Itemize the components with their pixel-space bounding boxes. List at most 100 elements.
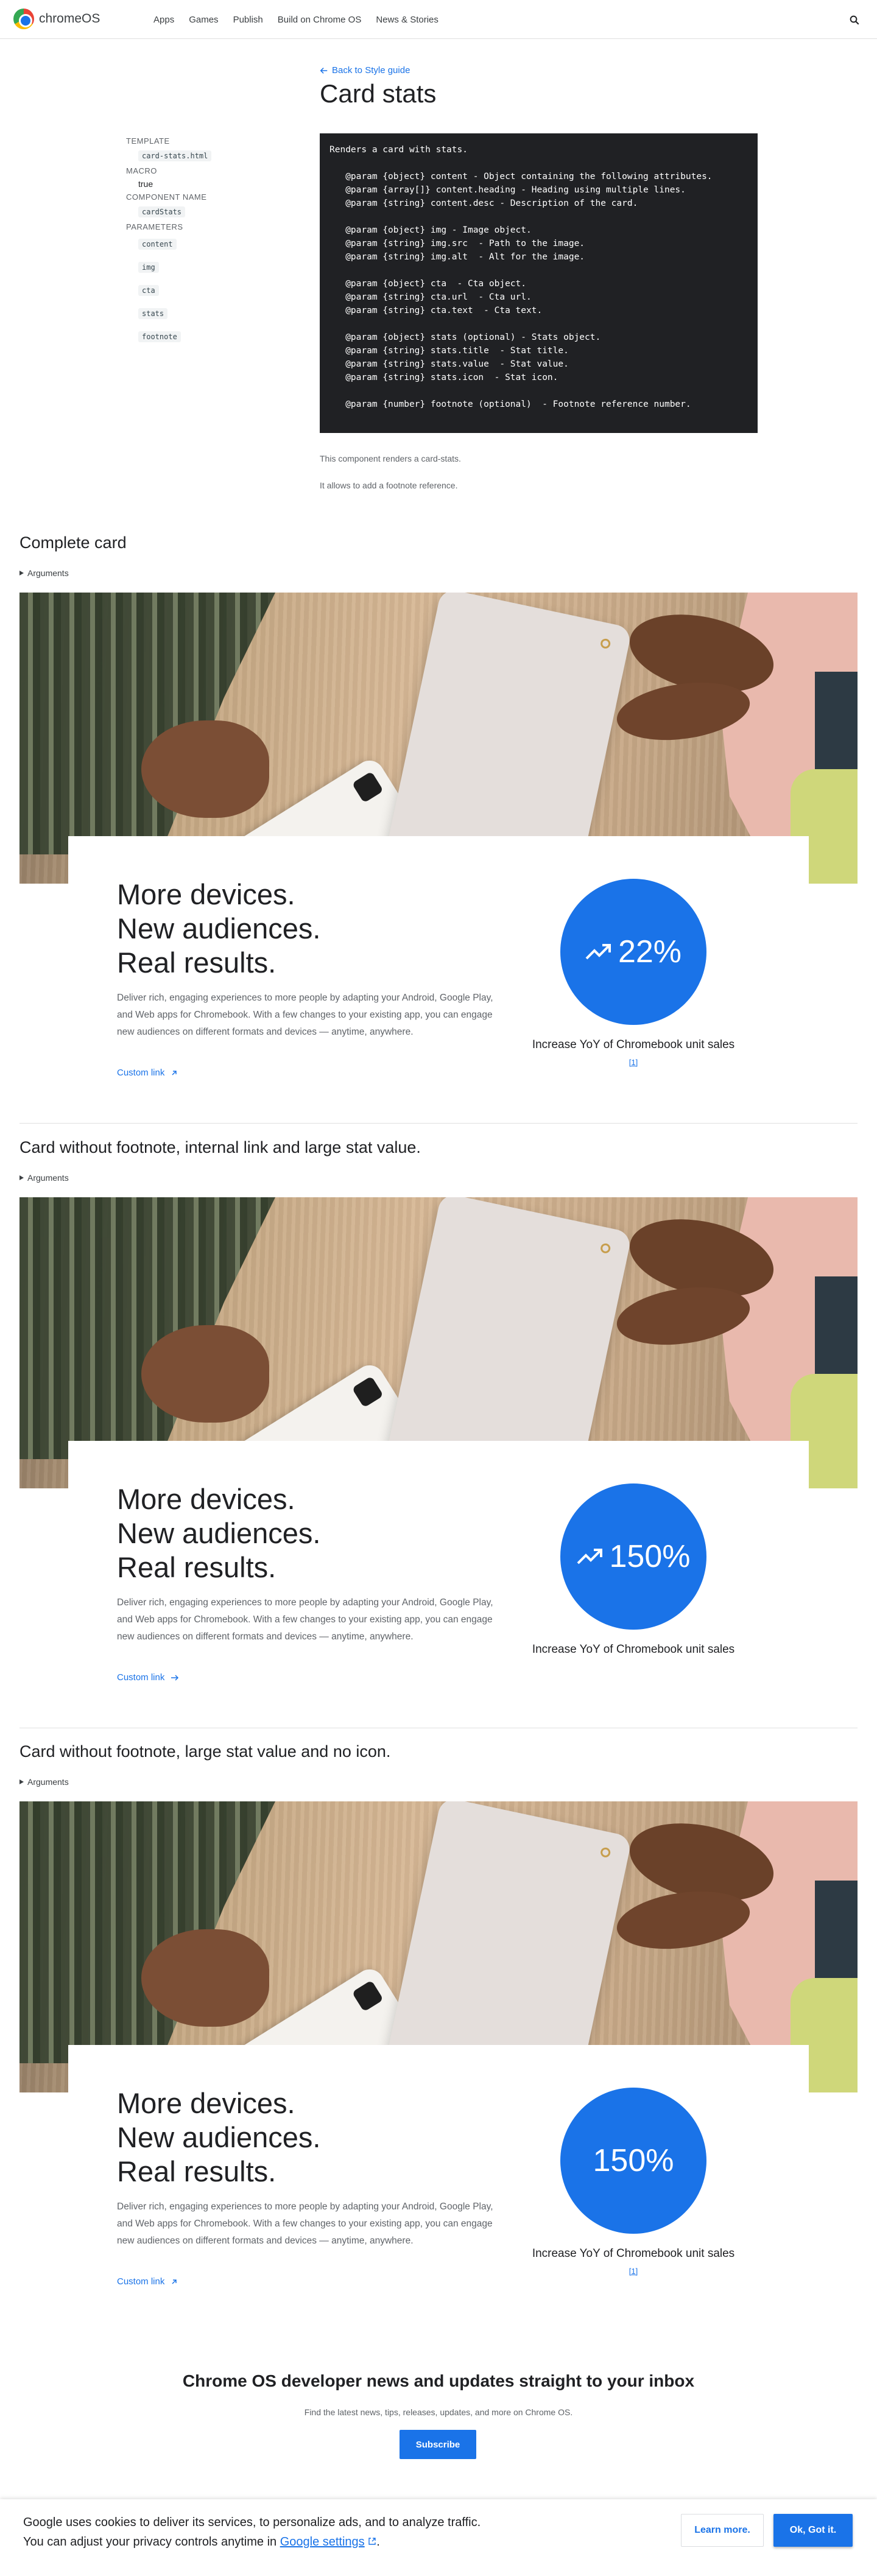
section-title-no-icon: Card without footnote, large stat value … — [19, 1742, 391, 1761]
component-description: This component renders a card-stats. — [320, 454, 461, 463]
arguments-label: Arguments — [27, 1173, 69, 1183]
card-heading-line: New audiences. — [117, 2121, 321, 2153]
nav-apps[interactable]: Apps — [153, 15, 174, 25]
card-description: Deliver rich, engaging experiences to mo… — [117, 1597, 493, 1642]
google-settings-link[interactable]: Google settings — [280, 2535, 365, 2549]
nav-publish[interactable]: Publish — [233, 15, 263, 25]
learn-more-button[interactable]: Learn more. — [681, 2514, 764, 2547]
cookie-line-1: Google uses cookies to deliver its servi… — [23, 2516, 481, 2529]
newsletter-subtitle: Find the latest news, tips, releases, up… — [304, 2407, 573, 2417]
card-heading-line: Real results. — [117, 2155, 276, 2187]
chromeos-logo[interactable]: chromeOS — [13, 9, 100, 29]
search-icon[interactable] — [849, 15, 860, 26]
stat-value: 150% — [593, 2143, 674, 2178]
stat-value: 22% — [618, 934, 682, 970]
footnote-link[interactable]: [1] — [629, 1058, 638, 1067]
code-block: Renders a card with stats. @param {objec… — [320, 133, 758, 433]
param-cta: cta — [138, 285, 159, 296]
card-heading-line: Real results. — [117, 946, 276, 979]
stat-title-text: Increase YoY of Chromebook unit sales — [532, 2247, 735, 2260]
macro-value: true — [138, 179, 153, 189]
card-heading-line: More devices. — [117, 2087, 295, 2119]
back-to-style-guide-link[interactable]: Back to Style guide — [320, 65, 410, 76]
ok-got-it-button[interactable]: Ok, Got it. — [773, 2514, 853, 2547]
arrow-right-icon — [171, 1674, 179, 1681]
cookie-banner: Google uses cookies to deliver its servi… — [0, 2499, 877, 2576]
site-header: chromeOS Apps Games Publish Build on Chr… — [0, 0, 877, 39]
card-heading-line: More devices. — [117, 878, 295, 910]
section-divider — [19, 1123, 858, 1124]
disclosure-triangle-icon — [19, 1175, 24, 1180]
stat-title: Increase YoY of Chromebook unit sales [1… — [530, 2245, 737, 2284]
card-heading: More devices. New audiences. Real result… — [117, 1482, 320, 1585]
card-description: Deliver rich, engaging experiences to mo… — [117, 993, 493, 1037]
custom-link-label: Custom link — [117, 1672, 165, 1683]
nav-games[interactable]: Games — [189, 15, 218, 25]
custom-link-label: Custom link — [117, 2276, 165, 2287]
cookie-message: Google uses cookies to deliver its servi… — [23, 2513, 481, 2552]
stat-title-text: Increase YoY of Chromebook unit sales — [532, 1643, 735, 1656]
trending-up-icon — [577, 1549, 602, 1564]
custom-link[interactable]: Custom link — [117, 1672, 179, 1683]
stat-circle: 150% — [560, 2088, 706, 2234]
param-img: img — [138, 262, 159, 273]
arguments-toggle[interactable]: Arguments — [19, 568, 69, 578]
card-heading: More devices. New audiences. Real result… — [117, 2086, 320, 2189]
arrow-left-icon — [320, 67, 328, 74]
external-link-icon — [368, 2538, 376, 2545]
arguments-toggle[interactable]: Arguments — [19, 1173, 69, 1183]
card-heading-line: New audiences. — [117, 1517, 321, 1549]
card-heading: More devices. New audiences. Real result… — [117, 878, 320, 980]
stat-title: Increase YoY of Chromebook unit sales [1… — [530, 1036, 737, 1075]
component-footnote-note: It allows to add a footnote reference. — [320, 480, 458, 490]
chrome-logo-icon — [13, 9, 34, 29]
stats-card: More devices. New audiences. Real result… — [68, 836, 809, 1116]
custom-link[interactable]: Custom link — [117, 1068, 178, 1078]
param-stats: stats — [138, 308, 168, 319]
arguments-toggle[interactable]: Arguments — [19, 1777, 69, 1787]
stats-card: More devices. New audiences. Real result… — [68, 1441, 809, 1721]
card-heading-line: More devices. — [117, 1483, 295, 1515]
stat-title: Increase YoY of Chromebook unit sales — [530, 1641, 737, 1658]
template-label: TEMPLATE — [126, 136, 170, 146]
param-content: content — [138, 239, 177, 250]
nav-news[interactable]: News & Stories — [376, 15, 438, 25]
section-title-complete-card: Complete card — [19, 533, 127, 552]
custom-link[interactable]: Custom link — [117, 2276, 178, 2287]
card-description: Deliver rich, engaging experiences to mo… — [117, 2201, 493, 2246]
card-heading-line: Real results. — [117, 1551, 276, 1583]
arguments-label: Arguments — [27, 568, 69, 578]
cookie-line-2-prefix: You can adjust your privacy controls any… — [23, 2535, 280, 2549]
cookie-line-2-suffix: . — [376, 2535, 380, 2549]
stat-title-text: Increase YoY of Chromebook unit sales — [532, 1038, 735, 1051]
back-link-label: Back to Style guide — [332, 65, 410, 76]
card-heading-line: New audiences. — [117, 912, 321, 945]
external-link-icon — [172, 2279, 177, 2284]
trending-up-icon — [585, 944, 611, 960]
component-meta: TEMPLATE card-stats.html MACRO true COMP… — [126, 136, 284, 347]
subscribe-button[interactable]: Subscribe — [400, 2430, 476, 2459]
custom-link-label: Custom link — [117, 1068, 165, 1078]
component-name-label: COMPONENT NAME — [126, 192, 207, 202]
main-nav: Apps Games Publish Build on Chrome OS Ne… — [153, 15, 438, 25]
param-footnote: footnote — [138, 331, 181, 342]
nav-build[interactable]: Build on Chrome OS — [278, 15, 362, 25]
cookie-line-2: You can adjust your privacy controls any… — [23, 2532, 481, 2552]
page-title: Card stats — [320, 79, 437, 108]
macro-label: MACRO — [126, 166, 157, 175]
stat-value: 150% — [609, 1539, 691, 1574]
stats-card: More devices. New audiences. Real result… — [68, 2045, 809, 2325]
external-link-icon — [172, 1070, 177, 1075]
disclosure-triangle-icon — [19, 571, 24, 575]
footnote-link[interactable]: [1] — [629, 2267, 638, 2276]
arguments-label: Arguments — [27, 1777, 69, 1787]
component-name-value: cardStats — [138, 206, 186, 217]
brand-name: chromeOS — [39, 12, 100, 26]
newsletter-title: Chrome OS developer news and updates str… — [182, 2371, 695, 2390]
stat-circle: 150% — [560, 1483, 706, 1630]
stat-circle: 22% — [560, 879, 706, 1025]
disclosure-triangle-icon — [19, 1779, 24, 1784]
section-title-no-footnote-internal: Card without footnote, internal link and… — [19, 1138, 421, 1156]
parameters-label: PARAMETERS — [126, 222, 183, 231]
template-value: card-stats.html — [138, 150, 212, 161]
